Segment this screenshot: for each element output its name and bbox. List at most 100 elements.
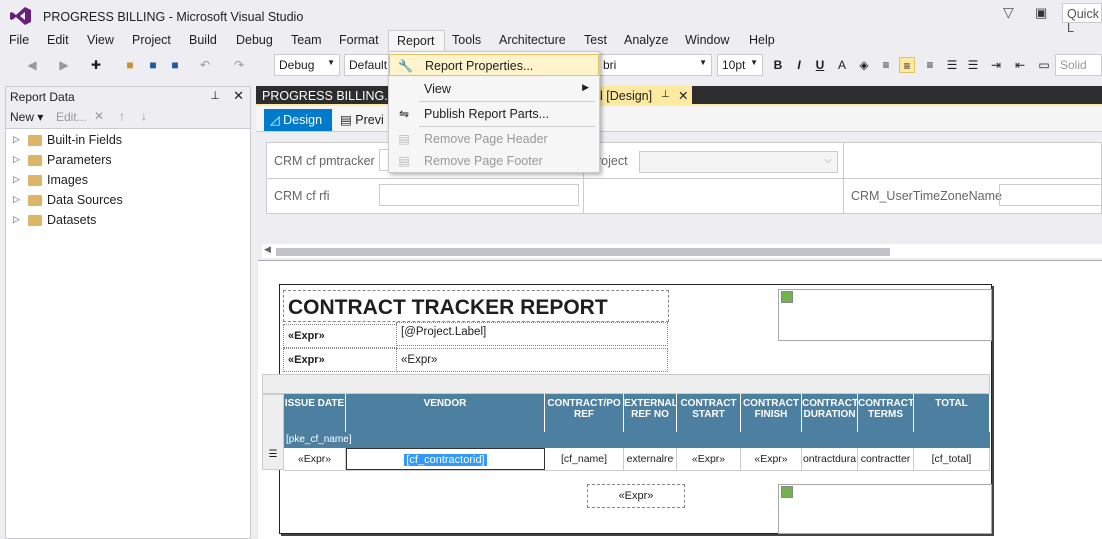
- cell-contract-terms[interactable]: contractter: [858, 448, 914, 470]
- col-header-contract-finish[interactable]: CONTRACT FINISH: [741, 394, 802, 432]
- footer-expr-textbox[interactable]: «Expr»: [587, 484, 685, 508]
- expr-label-2[interactable]: «Expr»: [283, 348, 397, 372]
- col-header-external-ref-no[interactable]: EXTERNAL REF NO: [624, 394, 678, 432]
- tree-item-data-sources[interactable]: ▷ Data Sources: [3, 191, 247, 211]
- cell-vendor-selected[interactable]: [cf_contractorid]: [404, 454, 487, 466]
- delete-icon[interactable]: ✕: [94, 109, 104, 123]
- expand-icon[interactable]: ▷: [13, 174, 20, 185]
- logo-image-top[interactable]: [778, 289, 992, 341]
- filter-icon[interactable]: ▽: [1003, 4, 1014, 21]
- undo-icon[interactable]: ↶: [197, 57, 213, 73]
- indent-icon[interactable]: ⇥: [988, 57, 1004, 73]
- save-all-icon[interactable]: ■: [167, 57, 183, 73]
- expand-icon[interactable]: ▷: [13, 154, 20, 165]
- col-header-contract-duration[interactable]: CONTRACT DURATION: [802, 394, 858, 432]
- pin-tab-icon[interactable]: ⊥: [661, 89, 670, 100]
- menu-item-remove-page-header[interactable]: ▤ Remove Page Header: [389, 128, 599, 150]
- cell-contract-name[interactable]: [cf_name]: [545, 448, 624, 470]
- menu-help[interactable]: Help: [749, 33, 775, 47]
- scroll-thumb[interactable]: [276, 248, 890, 256]
- doc-tab-inactive[interactable]: PROGRESS BILLING.rdl [: [262, 89, 409, 103]
- italic-icon[interactable]: I: [791, 57, 807, 73]
- menu-file[interactable]: File: [9, 33, 29, 47]
- font-color-icon[interactable]: A: [834, 57, 850, 73]
- move-down-icon[interactable]: ↓: [141, 109, 147, 123]
- menu-item-publish-report-parts[interactable]: ⇋ Publish Report Parts...: [389, 103, 599, 125]
- menu-item-report-properties[interactable]: 🔧 Report Properties...: [389, 54, 599, 76]
- scroll-left-icon[interactable]: ◀: [264, 244, 271, 255]
- cell-contract-duration[interactable]: ontractdura: [802, 448, 858, 470]
- cell-contract-start[interactable]: «Expr»: [677, 448, 741, 470]
- account-icon[interactable]: ▣: [1035, 5, 1047, 21]
- report-title-textbox[interactable]: CONTRACT TRACKER REPORT: [283, 290, 669, 322]
- tree-item-images[interactable]: ▷ Images: [3, 171, 247, 191]
- align-left-icon[interactable]: ≡: [878, 57, 894, 73]
- outdent-icon[interactable]: ⇤: [1012, 57, 1028, 73]
- back-icon[interactable]: ◀: [24, 57, 40, 73]
- param-input-rfi[interactable]: [379, 184, 579, 206]
- tree-item-parameters[interactable]: ▷ Parameters: [3, 151, 247, 171]
- expand-icon[interactable]: ▷: [13, 194, 20, 205]
- font-size-select[interactable]: 10pt ▼: [717, 54, 763, 76]
- expand-icon[interactable]: ▷: [13, 214, 20, 225]
- menu-project[interactable]: Project: [132, 33, 171, 47]
- forward-icon[interactable]: ▶: [56, 57, 72, 73]
- col-header-total[interactable]: TOTAL: [914, 394, 990, 432]
- save-icon[interactable]: ■: [145, 57, 161, 73]
- font-family-select[interactable]: bri ▼: [598, 54, 712, 76]
- menu-report[interactable]: Report: [388, 30, 445, 52]
- expr-label-1[interactable]: «Expr»: [283, 324, 397, 348]
- menu-format[interactable]: Format: [339, 33, 379, 47]
- cell-vendor[interactable]: [cf_contractorid]: [346, 448, 545, 470]
- group-header-row[interactable]: [pke_cf_name]: [284, 432, 990, 448]
- quick-launch-input[interactable]: Quick L: [1062, 3, 1102, 35]
- menu-tools[interactable]: Tools: [452, 33, 481, 47]
- tree-item-datasets[interactable]: ▷ Datasets: [3, 211, 247, 231]
- background-color-icon[interactable]: ◈: [856, 57, 872, 73]
- underline-icon[interactable]: U: [812, 57, 828, 73]
- col-header-contract-po-ref[interactable]: CONTRACT/PO REF: [545, 394, 624, 432]
- pin-icon[interactable]: ⊥: [210, 89, 220, 102]
- menu-team[interactable]: Team: [291, 33, 322, 47]
- cell-issue-date[interactable]: «Expr»: [284, 448, 346, 470]
- param-input-timezone[interactable]: [999, 184, 1102, 206]
- bullets-icon[interactable]: ☰: [944, 57, 960, 73]
- col-header-contract-terms[interactable]: CONTRACT TERMS: [858, 394, 914, 432]
- menu-debug[interactable]: Debug: [236, 33, 273, 47]
- numbering-icon[interactable]: ☰: [965, 57, 981, 73]
- solution-config-select[interactable]: Debug ▼: [274, 54, 340, 76]
- open-file-icon[interactable]: ■: [122, 57, 138, 73]
- border-style-select[interactable]: Solid: [1055, 54, 1102, 76]
- param-project-select[interactable]: ⌵: [639, 151, 838, 173]
- preview-tab[interactable]: ▤ Previ: [340, 112, 384, 127]
- expr-value-textbox[interactable]: «Expr»: [396, 348, 668, 372]
- menu-window[interactable]: Window: [685, 33, 729, 47]
- redo-icon[interactable]: ↷: [231, 57, 247, 73]
- align-center-icon[interactable]: ≡: [899, 57, 915, 73]
- cell-total[interactable]: [cf_total]: [914, 448, 990, 470]
- border-icon[interactable]: ▭: [1036, 57, 1052, 73]
- cell-contract-finish[interactable]: «Expr»: [741, 448, 802, 470]
- platform-select[interactable]: Default: [344, 54, 390, 76]
- new-button[interactable]: New ▾: [10, 110, 43, 124]
- menu-build[interactable]: Build: [189, 33, 217, 47]
- col-header-issue-date[interactable]: ISSUE DATE: [284, 394, 346, 432]
- edit-button[interactable]: Edit...: [56, 110, 87, 124]
- close-panel-icon[interactable]: ✕: [233, 88, 244, 104]
- menu-item-remove-page-footer[interactable]: ▤ Remove Page Footer: [389, 150, 599, 172]
- col-header-vendor[interactable]: VENDOR: [346, 394, 545, 432]
- design-tab[interactable]: ◿ Design: [264, 109, 332, 131]
- row-handle-icon[interactable]: ☰: [266, 449, 280, 467]
- doc-tab-active[interactable]: l [Design] ⊥ ✕: [596, 86, 692, 106]
- move-up-icon[interactable]: ↑: [119, 109, 125, 123]
- menu-item-view[interactable]: View ▶: [389, 78, 599, 100]
- tablix-column-handles[interactable]: [262, 374, 990, 394]
- menu-view[interactable]: View: [87, 33, 114, 47]
- close-tab-icon[interactable]: ✕: [678, 88, 688, 103]
- menu-edit[interactable]: Edit: [47, 33, 69, 47]
- horizontal-scrollbar[interactable]: ◀: [262, 244, 1102, 258]
- tree-item-built-in-fields[interactable]: ▷ Built-in Fields: [3, 131, 247, 151]
- col-header-contract-start[interactable]: CONTRACT START: [677, 394, 741, 432]
- new-project-icon[interactable]: ✚: [88, 57, 104, 73]
- logo-image-bottom[interactable]: [778, 484, 992, 534]
